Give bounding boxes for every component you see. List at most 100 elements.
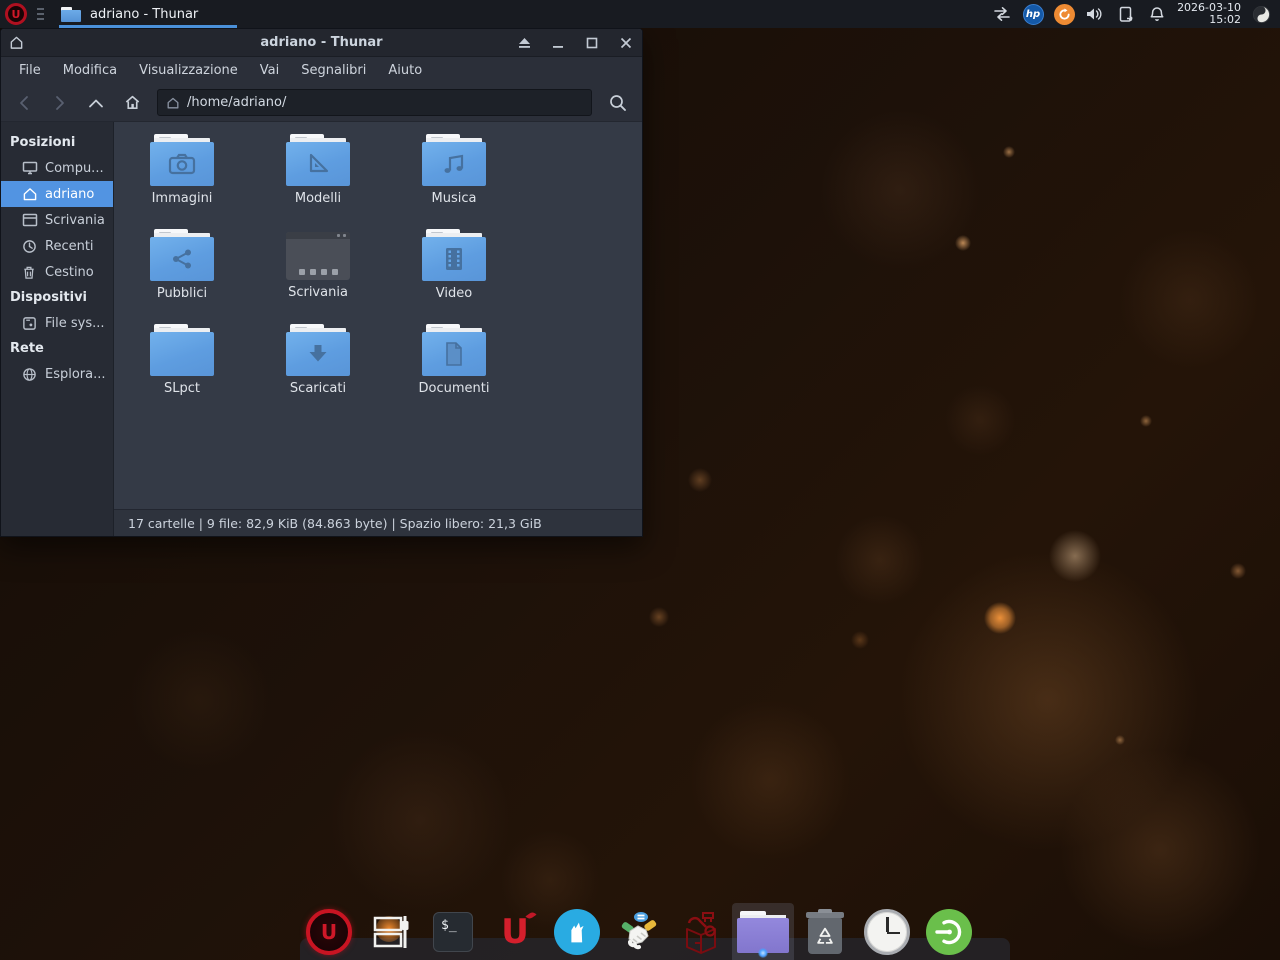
sidebar-item-adriano[interactable]: adriano [1,181,113,207]
folder-label: Pubblici [157,286,207,301]
window-icon [9,35,25,50]
home-button[interactable] [115,89,149,117]
close-button[interactable] [618,35,634,51]
up-button[interactable] [79,89,113,117]
history-clock-icon [22,239,38,254]
menu-file[interactable]: File [9,60,51,81]
notifications-bell-icon[interactable] [1146,3,1168,25]
folder-documenti[interactable]: Documenti [386,324,522,419]
folder-musica[interactable]: Musica [386,134,522,229]
folder-label: Immagini [152,191,213,206]
panel-time: 15:02 [1177,14,1241,26]
handshake-icon [616,909,662,955]
sidebar-label: Cestino [45,265,94,280]
home-icon [22,187,38,201]
video-folder-icon [422,229,486,281]
panel-handle-icon[interactable] [37,8,45,20]
sidebar-label: Esplora... [45,367,106,382]
forward-button[interactable] [43,89,77,117]
sidebar-item-filesystem[interactable]: File sys... [1,310,113,336]
folder-scaricati[interactable]: Scaricati [250,324,386,419]
maximize-button[interactable] [584,35,600,51]
sidebar-item-computer[interactable]: Compu... [1,155,113,181]
dock-toolbox-app[interactable] [670,903,732,960]
templates-folder-icon [286,134,350,186]
shade-button[interactable] [516,35,532,51]
sidebar-header-rete: Rete [1,336,113,361]
dock-logout[interactable] [918,903,980,960]
sidebar-label: Scrivania [45,213,105,228]
path-text: /home/adriano/ [187,95,286,110]
folder-modelli[interactable]: Modelli [250,134,386,229]
sidebar-item-scrivania[interactable]: Scrivania [1,207,113,233]
swap-arrows-icon[interactable] [991,3,1013,25]
folder-pubblici[interactable]: Pubblici [114,229,250,324]
menu-aiuto[interactable]: Aiuto [378,60,432,81]
dock-ufficiozero-launcher[interactable]: U [298,903,360,960]
dock-librewolf-browser[interactable] [546,903,608,960]
top-panel: U adriano - Thunar hp 2026-03-10 15:02 [0,0,1280,28]
path-bar[interactable]: /home/adriano/ [157,89,592,116]
thunar-window: adriano - Thunar File Modifica Visualizz… [0,28,643,537]
folder-label: Modelli [295,191,341,206]
taskbar-window-button[interactable]: adriano - Thunar [51,0,241,28]
sidebar-item-cestino[interactable]: Cestino [1,259,113,285]
dock-red-u-app[interactable]: U [484,903,546,960]
sidebar-label: Compu... [45,161,104,176]
file-grid: Immagini Modelli Musica [114,122,642,509]
panel-clock[interactable]: 2026-03-10 15:02 [1177,2,1241,26]
sidebar-header-posizioni: Posizioni [1,130,113,155]
hp-tray-icon[interactable]: hp [1022,3,1044,25]
folder-label: Documenti [419,381,490,396]
menubar: File Modifica Visualizzazione Vai Segnal… [1,57,642,84]
updates-tray-icon[interactable] [1053,3,1075,25]
music-folder-icon [422,134,486,186]
menu-visualizzazione[interactable]: Visualizzazione [129,60,248,81]
minimize-button[interactable] [550,35,566,51]
folder-label: Musica [432,191,477,206]
dock-frames-app[interactable] [360,903,422,960]
dock-clock[interactable] [856,903,918,960]
folder-label: Video [436,286,472,301]
search-button[interactable] [600,89,636,117]
toolbar: /home/adriano/ [1,84,642,122]
folder-label: Scaricati [290,381,346,396]
folder-immagini[interactable]: Immagini [114,134,250,229]
titlebar[interactable]: adriano - Thunar [1,29,642,57]
yin-yang-icon[interactable] [1250,3,1272,25]
sidebar-label: adriano [45,187,94,202]
terminal-icon: $_ [433,912,473,952]
folder-label: SLpct [164,381,200,396]
plain-folder-icon [150,324,214,376]
sidebar-header-dispositivi: Dispositivi [1,285,113,310]
folder-video[interactable]: Video [386,229,522,324]
clipboard-tray-icon[interactable] [1115,3,1137,25]
distro-menu-icon[interactable]: U [5,3,27,25]
menu-segnalibri[interactable]: Segnalibri [291,60,376,81]
dock-handshake-app[interactable] [608,903,670,960]
sidebar-label: File sys... [45,316,105,331]
sidebar-label: Recenti [45,239,94,254]
volume-icon[interactable] [1084,3,1106,25]
menu-vai[interactable]: Vai [250,60,289,81]
trash-icon [22,265,38,280]
logout-power-icon [926,909,972,955]
network-globe-icon [22,367,38,382]
folder-slpct[interactable]: SLpct [114,324,250,419]
sidebar-item-esplora-rete[interactable]: Esplora... [1,361,113,387]
dock-trash[interactable] [794,903,856,960]
toolbox-icon [679,909,723,955]
status-bar: 17 cartelle | 9 file: 82,9 KiB (84.863 b… [114,509,642,536]
frames-app-icon [370,912,412,952]
folder-scrivania[interactable]: Scrivania [250,229,386,324]
sidebar-item-recenti[interactable]: Recenti [1,233,113,259]
menu-modifica[interactable]: Modifica [53,60,127,81]
recycle-bin-icon [806,910,844,954]
librewolf-icon [554,909,600,955]
desktop-icon [22,213,38,227]
dock-file-manager[interactable] [732,903,794,960]
back-button[interactable] [7,89,41,117]
documents-folder-icon [422,324,486,376]
dock-terminal[interactable]: $_ [422,903,484,960]
share-folder-icon [150,229,214,281]
